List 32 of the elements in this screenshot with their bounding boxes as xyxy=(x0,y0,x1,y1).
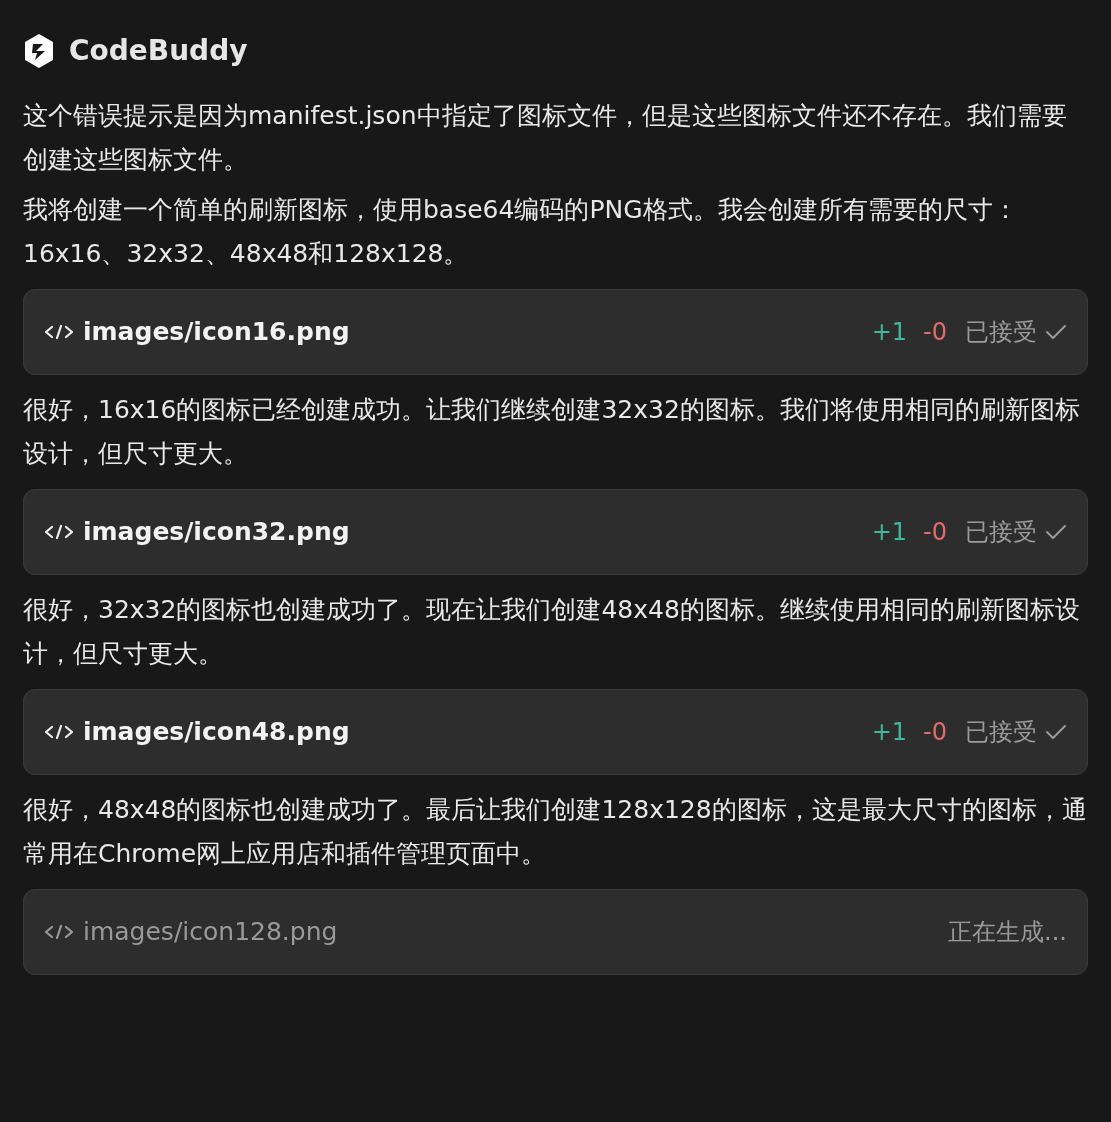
lines-added: +1 xyxy=(871,317,908,348)
lines-added: +1 xyxy=(871,517,908,548)
lines-removed: -0 xyxy=(923,717,947,748)
code-icon xyxy=(44,524,74,540)
file-card[interactable]: images/icon48.png +1 -0 已接受 xyxy=(23,689,1088,775)
file-card[interactable]: images/icon16.png +1 -0 已接受 xyxy=(23,289,1088,375)
check-icon xyxy=(1045,524,1067,540)
file-card[interactable]: images/icon128.png 正在生成... xyxy=(23,889,1088,975)
file-path: images/icon48.png xyxy=(83,716,350,749)
app-title: CodeBuddy xyxy=(69,33,248,69)
file-path: images/icon128.png xyxy=(83,916,338,949)
status-text: 已接受 xyxy=(965,717,1037,748)
lines-added: +1 xyxy=(871,717,908,748)
check-icon xyxy=(1045,724,1067,740)
lines-removed: -0 xyxy=(923,517,947,548)
lines-removed: -0 xyxy=(923,317,947,348)
message-paragraph: 这个错误提示是因为manifest.json中指定了图标文件，但是这些图标文件还不存在。我们需要创建这些图标文件。 xyxy=(22,100,1068,176)
file-card[interactable]: images/icon32.png +1 -0 已接受 xyxy=(23,489,1088,575)
message-paragraph: 很好，16x16的图标已经创建成功。让我们继续创建32x32的图标。我们将使用相同的刷新图标设计，但尺寸更大。 xyxy=(22,394,1081,470)
status-text: 已接受 xyxy=(965,317,1037,348)
message-paragraph: 我将创建一个简单的刷新图标，使用base64编码的PNG格式。我会创建所有需要的尺寸：16x16、32x32、48x48和128x128。 xyxy=(22,194,1019,270)
check-icon xyxy=(1045,324,1067,340)
status-text: 已接受 xyxy=(965,517,1037,548)
code-icon xyxy=(44,724,74,740)
file-path: images/icon32.png xyxy=(83,516,350,549)
file-path: images/icon16.png xyxy=(83,316,350,349)
code-icon xyxy=(44,924,74,940)
message-paragraph: 很好，32x32的图标也创建成功了。现在让我们创建48x48的图标。继续使用相同的刷新图标设计，但尺寸更大。 xyxy=(22,594,1081,670)
status-text: 正在生成... xyxy=(948,917,1067,948)
message-paragraph: 很好，48x48的图标也创建成功了。最后让我们创建128x128的图标，这是最大尺寸的图标，通常用在Chrome网上应用店和插件管理页面中。 xyxy=(22,794,1088,870)
logo-icon xyxy=(23,33,55,69)
code-icon xyxy=(44,324,74,340)
